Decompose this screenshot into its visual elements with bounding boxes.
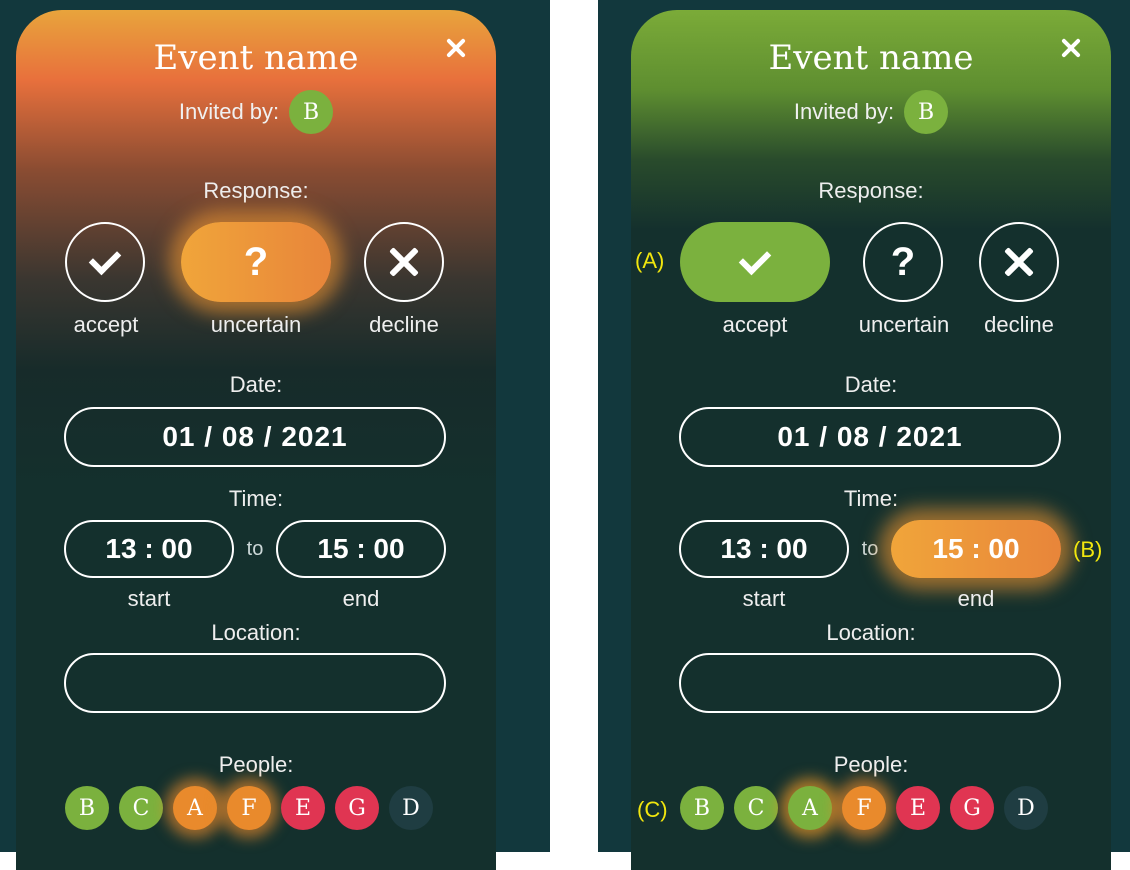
end-caption: end (957, 586, 995, 611)
person-avatar[interactable]: B (65, 786, 109, 830)
person-avatar[interactable]: C (734, 786, 778, 830)
person-avatar[interactable]: B (680, 786, 724, 830)
uncertain-button[interactable]: ? (863, 222, 943, 302)
date-field[interactable]: 01 / 08 / 2021 (679, 407, 1061, 467)
person-avatar[interactable]: G (335, 786, 379, 830)
person-avatar[interactable]: A (173, 786, 217, 830)
decline-button[interactable] (979, 222, 1059, 302)
invited-by-label: Invited by: (793, 99, 895, 124)
person-avatar[interactable]: D (1004, 786, 1048, 830)
start-time-field[interactable]: 13 : 00 (679, 520, 849, 578)
inviter-avatar[interactable]: B (904, 90, 949, 134)
time-label: Time: (228, 486, 284, 511)
annotation-a: (A) (635, 248, 665, 273)
close-x-icon (1003, 246, 1035, 278)
accept-caption: accept (722, 312, 788, 337)
accept-button[interactable] (65, 222, 145, 302)
invited-by-label: Invited by: (178, 99, 280, 124)
people-list: B C A F E G D (65, 786, 433, 830)
person-avatar[interactable]: F (227, 786, 271, 830)
people-label: People: (833, 752, 909, 777)
location-field[interactable] (679, 653, 1061, 713)
event-card-right: Event name Invited by: B Response: ? acc… (631, 10, 1111, 870)
question-icon: ? (243, 239, 269, 284)
question-icon: ? (890, 239, 916, 284)
location-field[interactable] (64, 653, 446, 713)
accept-caption: accept (73, 312, 139, 337)
start-caption: start (742, 586, 786, 611)
close-x-icon (388, 246, 420, 278)
person-avatar[interactable]: E (896, 786, 940, 830)
decline-button[interactable] (364, 222, 444, 302)
date-label: Date: (844, 372, 898, 397)
accept-button[interactable] (680, 222, 830, 302)
location-label: Location: (211, 620, 301, 645)
people-label: People: (218, 752, 294, 777)
person-avatar[interactable]: C (119, 786, 163, 830)
end-caption: end (342, 586, 380, 611)
end-time-field[interactable]: 15 : 00 (276, 520, 446, 578)
annotation-b: (B) (1073, 537, 1103, 562)
person-avatar[interactable]: A (788, 786, 832, 830)
end-time-field[interactable]: 15 : 00 (891, 520, 1061, 578)
decline-caption: decline (984, 312, 1054, 337)
response-label: Response: (203, 178, 309, 203)
start-caption: start (127, 586, 171, 611)
time-label: Time: (843, 486, 899, 511)
person-avatar[interactable]: D (389, 786, 433, 830)
person-avatar[interactable]: G (950, 786, 994, 830)
date-label: Date: (229, 372, 283, 397)
to-label: to (861, 538, 879, 560)
event-title: Event name (153, 38, 359, 78)
people-list: B C A F E G D (680, 786, 1048, 830)
uncertain-caption: uncertain (210, 312, 302, 337)
event-card-left: Event name Invited by: B Response: ? acc… (16, 10, 496, 870)
person-avatar[interactable]: E (281, 786, 325, 830)
check-icon (738, 242, 772, 276)
person-avatar[interactable]: F (842, 786, 886, 830)
response-label: Response: (818, 178, 924, 203)
date-field[interactable]: 01 / 08 / 2021 (64, 407, 446, 467)
to-label: to (246, 538, 264, 560)
invited-by-row: Invited by: B (631, 90, 1111, 134)
start-time-field[interactable]: 13 : 00 (64, 520, 234, 578)
invited-by-row: Invited by: B (16, 90, 496, 134)
annotation-c: (C) (637, 797, 668, 822)
decline-caption: decline (369, 312, 439, 337)
inviter-avatar[interactable]: B (289, 90, 334, 134)
location-label: Location: (826, 620, 916, 645)
uncertain-button[interactable]: ? (181, 222, 331, 302)
check-icon (88, 242, 122, 276)
event-title: Event name (768, 38, 974, 78)
